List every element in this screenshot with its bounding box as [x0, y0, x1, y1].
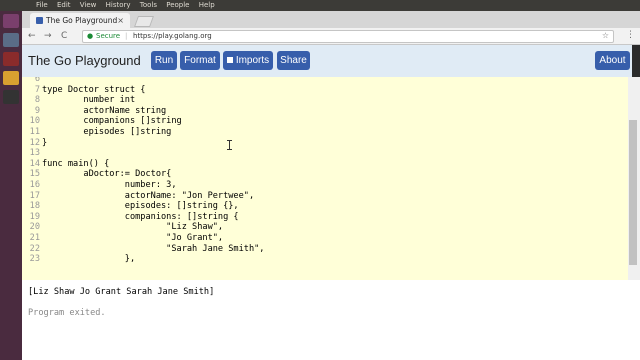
menu-people[interactable]: People [166, 1, 189, 9]
line-number: 6 [34, 77, 40, 84]
line-number: 18 [29, 201, 40, 212]
code-text[interactable]: companions []string [42, 116, 181, 127]
page-title: The Go Playground [28, 53, 141, 68]
address-bar[interactable]: ● Secure | https://play.golang.org ☆ [82, 30, 614, 43]
code-text[interactable]: "Sarah Jane Smith", [42, 244, 264, 255]
files-icon[interactable] [3, 33, 19, 47]
reload-icon[interactable]: C [61, 30, 67, 42]
app-menu: File Edit View History Tools People Help [36, 0, 222, 11]
code-text[interactable]: episodes []string [42, 127, 171, 138]
app-icon[interactable] [3, 52, 19, 66]
os-menu-bar: File Edit View History Tools People Help [0, 0, 640, 11]
code-text[interactable]: "Liz Shaw", [42, 222, 223, 233]
browser-toolbar: ← → C ● Secure | https://play.golang.org… [22, 28, 640, 45]
new-tab-button[interactable] [133, 16, 155, 27]
line-number: 16 [29, 180, 40, 190]
launcher [0, 11, 22, 360]
code-text[interactable]: } [42, 138, 47, 149]
menu-edit[interactable]: Edit [57, 1, 71, 9]
browser-tab[interactable]: The Go Playground × [30, 13, 130, 28]
tab-strip: The Go Playground × [22, 11, 640, 28]
menu-tools[interactable]: Tools [140, 1, 157, 9]
code-text[interactable]: type Doctor struct { [42, 85, 145, 96]
line-number: 21 [29, 233, 40, 243]
code-text[interactable]: number int [42, 95, 135, 106]
format-button[interactable]: Format [180, 51, 220, 70]
imports-button[interactable]: Imports [223, 51, 273, 70]
imports-label: Imports [235, 55, 270, 66]
line-number: 20 [29, 222, 40, 233]
line-number: 19 [29, 211, 40, 222]
chrome-icon[interactable] [3, 71, 19, 85]
line-number: 9 [34, 105, 40, 116]
secure-label: Secure [96, 32, 121, 40]
code-text[interactable]: "Jo Grant", [42, 233, 223, 244]
line-number: 8 [34, 95, 40, 106]
line-number: 12 [29, 137, 40, 148]
code-text[interactable]: actorName string [42, 106, 166, 117]
line-number: 13 [29, 148, 40, 159]
code-text[interactable]: aDoctor:= Doctor{ [42, 169, 171, 180]
forward-icon[interactable]: → [44, 30, 52, 42]
close-tab-icon[interactable]: × [117, 13, 124, 28]
menu-history[interactable]: History [106, 1, 131, 9]
code-text[interactable]: companions: []string { [42, 212, 239, 223]
line-number: 7 [34, 84, 40, 95]
line-number: 17 [29, 190, 40, 201]
code-text[interactable]: }, [42, 254, 135, 265]
menu-file[interactable]: File [36, 1, 48, 9]
code-text[interactable]: func main() { [42, 159, 109, 170]
line-number: 14 [29, 158, 40, 169]
share-button[interactable]: Share [277, 51, 310, 70]
text-cursor-icon [227, 140, 232, 150]
imports-checkbox[interactable] [226, 57, 233, 63]
editor-scrollbar-thumb[interactable] [629, 120, 637, 265]
url-text[interactable]: https://play.golang.org [133, 31, 212, 42]
browser-menu-icon[interactable]: ⋮ [626, 30, 635, 40]
playground-header: The Go Playground Run Format Imports Sha… [22, 45, 632, 77]
ubuntu-logo-icon[interactable] [3, 14, 19, 28]
menu-help[interactable]: Help [199, 1, 215, 9]
divider: | [125, 32, 128, 40]
output-panel: [Liz Shaw Jo Grant Sarah Jane Smith] Pro… [22, 280, 640, 360]
line-number: 10 [29, 116, 40, 127]
line-number: 22 [29, 243, 40, 254]
about-button[interactable]: About [595, 51, 630, 70]
code-text[interactable]: actorName: "Jon Pertwee", [42, 191, 254, 202]
run-button[interactable]: Run [151, 51, 177, 70]
terminal-icon[interactable] [3, 90, 19, 104]
bookmark-star-icon[interactable]: ☆ [602, 30, 609, 41]
code-text[interactable]: episodes: []string {}, [42, 201, 239, 212]
line-number: 11 [29, 127, 40, 137]
line-number: 23 [29, 254, 40, 265]
code-text[interactable]: number: 3, [42, 180, 177, 191]
back-icon[interactable]: ← [28, 30, 36, 42]
line-number: 15 [29, 169, 40, 180]
code-editor[interactable]: 6 7 type Doctor struct {8 number int 9 acto… [22, 77, 628, 280]
favicon-icon [36, 17, 43, 24]
program-status: Program exited. [28, 308, 106, 318]
menu-view[interactable]: View [80, 1, 97, 9]
tab-title: The Go Playground [46, 16, 118, 25]
lock-icon: ● [87, 32, 94, 40]
program-output: [Liz Shaw Jo Grant Sarah Jane Smith] [28, 287, 215, 297]
